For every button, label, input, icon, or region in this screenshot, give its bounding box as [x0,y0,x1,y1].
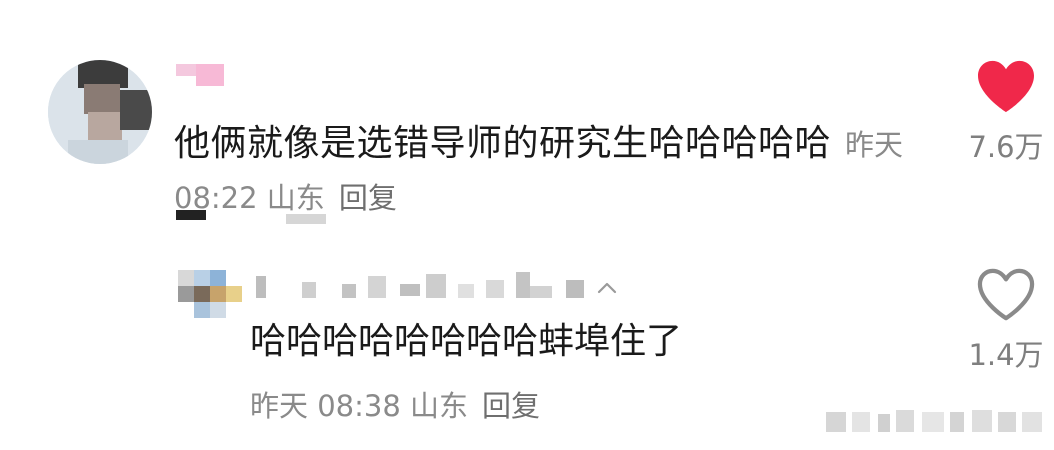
reply-location: 山东 [410,389,469,423]
avatar-pixel [88,112,122,140]
reply-button[interactable]: 回复 [482,389,540,423]
username-pixel [426,274,446,298]
watermark-pixel [852,412,870,432]
avatar-pixel [210,302,226,318]
text-smudge [176,210,206,220]
reply-button[interactable]: 回复 [339,181,397,215]
watermark-pixel [922,412,944,432]
username-pixel [256,276,266,298]
username-pixel [530,286,552,298]
avatar-pixel [194,286,210,302]
reply-time: 昨天 08:38 [250,389,401,423]
avatar-pixel [120,90,152,130]
commenter-username-blurred[interactable] [176,64,224,86]
watermark-pixel [878,414,890,432]
username-pixel [486,280,504,298]
comment-location: 山东 [266,181,325,215]
avatar-pixel [178,270,194,286]
username-pixel [516,272,530,298]
avatar-pixel [210,286,226,302]
commenter-avatar[interactable] [48,60,152,164]
username-pixel [400,284,420,296]
watermark-blurred [826,406,1048,436]
avatar-pixel [194,302,210,318]
replier-username-blurred[interactable] [250,270,630,304]
comment-body: 他俩就像是选错导师的研究生哈哈哈哈哈 昨天 08:22 山东 回复 [174,118,914,224]
avatar-pixel [210,270,226,286]
avatar-pixel [84,84,120,114]
text-smudge [286,214,326,224]
username-pixel [566,280,584,298]
replier-avatar[interactable] [178,270,242,318]
comment-like[interactable]: 7.6万 [956,58,1054,166]
avatar-pixel [226,286,242,302]
username-pixel [368,276,386,298]
avatar-pixel [178,286,194,302]
reply-like[interactable]: 1.4万 [956,266,1054,374]
watermark-pixel [998,412,1016,432]
watermark-pixel [950,412,964,432]
reply-meta: 昨天 08:38 山东 回复 [250,384,540,428]
watermark-pixel [972,410,992,432]
watermark-pixel [896,410,914,432]
heart-outline-icon[interactable] [975,266,1037,322]
heart-filled-icon[interactable] [975,58,1037,114]
comment-text: 他俩就像是选错导师的研究生哈哈哈哈哈 [174,123,832,164]
avatar-pixel [194,270,210,286]
like-count: 1.4万 [968,338,1044,372]
reply-body: 哈哈哈哈哈哈哈哈蚌埠住了 [250,321,683,362]
watermark-pixel [826,412,846,432]
chevron-up-icon[interactable] [596,280,618,296]
like-count: 7.6万 [968,130,1044,164]
watermark-pixel [1022,412,1042,432]
username-pixel [342,284,356,298]
username-pixel [458,284,474,298]
username-pixel [196,64,224,86]
avatar-pixel [68,140,128,164]
username-pixel [302,282,316,298]
